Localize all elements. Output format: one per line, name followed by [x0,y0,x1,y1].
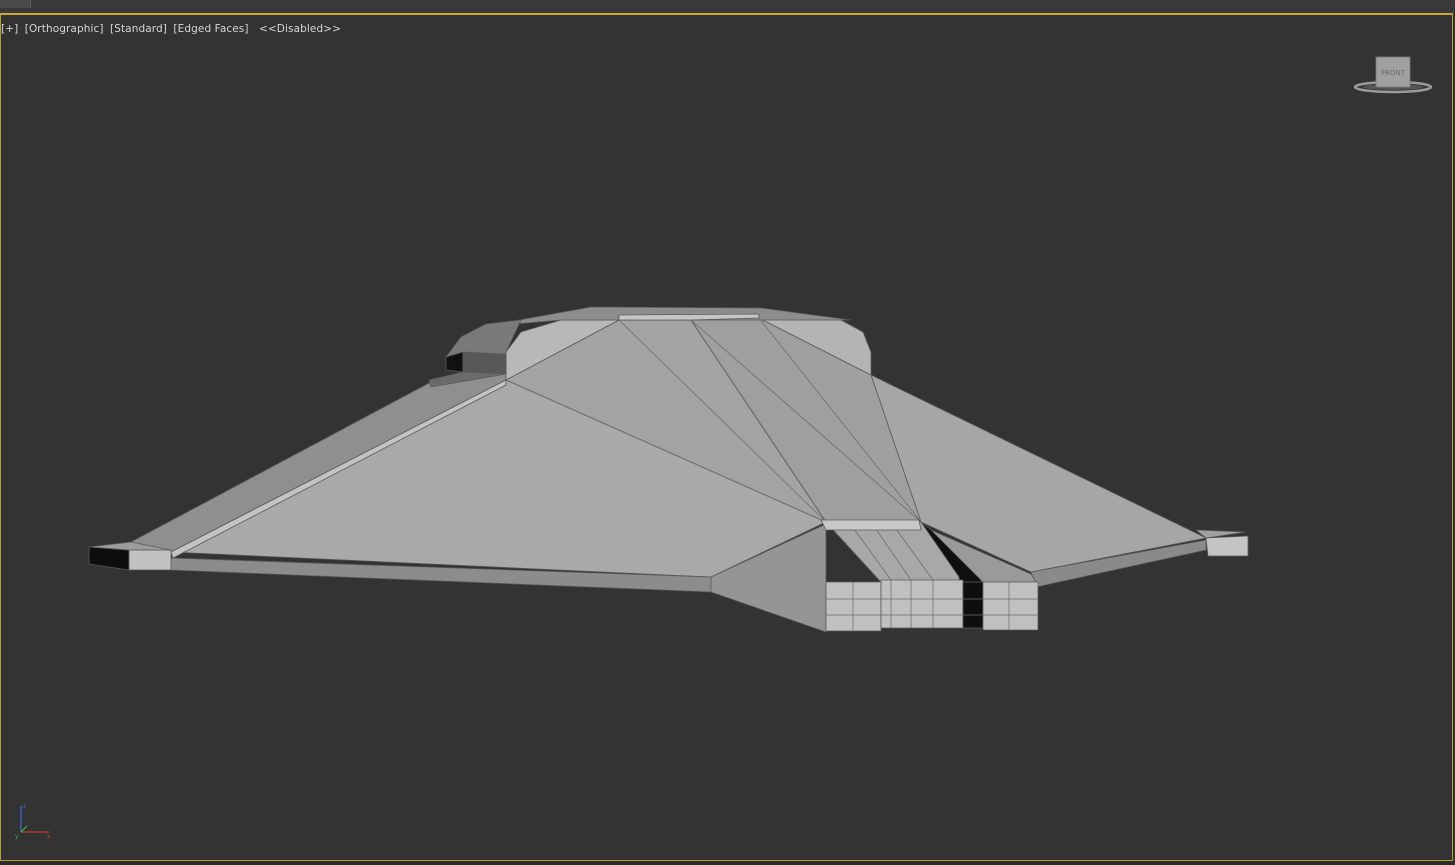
top-toolbar-strip [0,0,1455,13]
mesh-face-left-cap-dark [88,546,130,571]
app-window: [+] [Orthographic] [Standard] [Edged Fac… [0,0,1455,865]
perspective-viewport[interactable]: [+] [Orthographic] [Standard] [Edged Fac… [0,13,1453,861]
bottom-strip [0,861,1455,865]
scene-mesh[interactable] [1,15,1453,861]
mesh-face-left-cap-light [128,549,172,571]
axis-tripod: x z y [13,802,55,840]
mesh-face-channel-lip [820,519,922,531]
axis-x-label: x [47,833,51,840]
axis-z-label: z [23,803,26,810]
axis-y-label: y [15,833,19,840]
mesh-face-dome-inner [462,351,507,375]
mesh-front-block-grid [825,579,1039,632]
viewcube-widget[interactable]: FRONT [1352,53,1434,97]
mesh-face-right-cap [1205,535,1249,557]
viewcube-front-label: FRONT [1381,69,1406,77]
viewport-tab[interactable] [0,0,31,8]
